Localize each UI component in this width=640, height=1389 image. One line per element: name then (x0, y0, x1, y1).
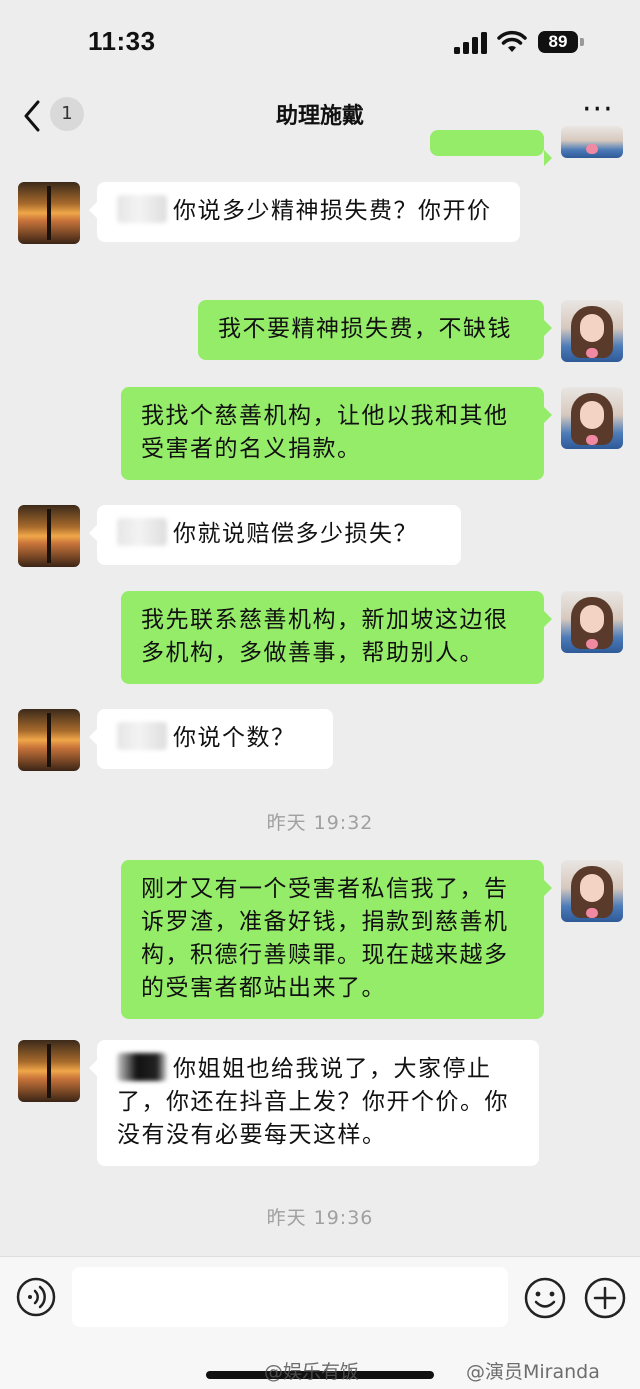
message-text: 你说个数？ (173, 725, 296, 751)
emoji-icon[interactable] (524, 1277, 566, 1319)
message-bubble[interactable]: 刚才又有一个受害者私信我了，告诉罗渣，准备好钱，捐款到慈善机构，积德行善赎罪。现… (121, 860, 552, 1019)
timestamp: 昨天 19:36 (266, 1207, 374, 1229)
message-text: 我不要精神损失费，不缺钱 (218, 316, 512, 342)
my-avatar[interactable] (561, 126, 623, 158)
message-bubble-partial[interactable] (430, 130, 552, 166)
redacted-name (117, 722, 167, 750)
contact-avatar[interactable] (18, 505, 80, 567)
voice-icon[interactable] (16, 1277, 56, 1317)
status-bar: 11:33 89 (0, 0, 640, 88)
contact-avatar[interactable] (18, 1040, 80, 1102)
signal-icon (454, 32, 487, 54)
message-text: 你姐姐也给我说了，大家停止了，你还在抖音上发？你开个价。你没有没有必要每天这样。 (117, 1056, 509, 1148)
contact-avatar[interactable] (18, 182, 80, 244)
message-text: 你说多少精神损失费？你开价 (173, 198, 492, 224)
more-options-button[interactable]: ··· (582, 95, 618, 125)
message-bubble[interactable]: 我先联系慈善机构，新加坡这边很多机构，多做善事，帮助别人。 (121, 591, 552, 684)
contact-avatar[interactable] (18, 709, 80, 771)
message-bubble[interactable]: 我不要精神损失费，不缺钱 (198, 300, 552, 360)
my-avatar[interactable] (561, 387, 623, 449)
redacted-name (117, 1053, 167, 1081)
message-bubble[interactable]: 你就说赔偿多少损失？ (89, 505, 461, 565)
wifi-icon (497, 30, 527, 52)
chat-header: 1 助理施戴 ··· (0, 88, 640, 146)
message-bubble[interactable]: 你说个数？ (89, 709, 333, 769)
message-text: 刚才又有一个受害者私信我了，告诉罗渣，准备好钱，捐款到慈善机构，积德行善赎罪。现… (141, 876, 509, 1001)
message-text: 我找个慈善机构，让他以我和其他受害者的名义捐款。 (141, 403, 509, 462)
battery-level: 89 (538, 31, 578, 53)
message-text: 你就说赔偿多少损失？ (173, 521, 418, 547)
plus-icon[interactable] (584, 1277, 626, 1319)
timestamp: 昨天 19:32 (266, 812, 374, 834)
battery-tip (580, 38, 584, 46)
redacted-name (117, 518, 167, 546)
my-avatar[interactable] (561, 591, 623, 653)
my-avatar[interactable] (561, 300, 623, 362)
message-text: 我先联系慈善机构，新加坡这边很多机构，多做善事，帮助别人。 (141, 607, 509, 666)
message-bubble[interactable]: 你说多少精神损失费？你开价 (89, 182, 520, 242)
message-bubble[interactable]: 我找个慈善机构，让他以我和其他受害者的名义捐款。 (121, 387, 552, 480)
message-bubble[interactable]: 你姐姐也给我说了，大家停止了，你还在抖音上发？你开个价。你没有没有必要每天这样。 (89, 1040, 539, 1166)
my-avatar[interactable] (561, 860, 623, 922)
input-bar: @娱乐有饭 @演员Miranda (0, 1256, 640, 1389)
watermark-left: @娱乐有饭 (264, 1361, 360, 1383)
chat-title: 助理施戴 (275, 104, 364, 129)
message-input[interactable] (72, 1267, 508, 1327)
redacted-name (117, 195, 167, 223)
status-time: 11:33 (88, 26, 156, 56)
watermark-right: @演员Miranda (466, 1361, 600, 1383)
